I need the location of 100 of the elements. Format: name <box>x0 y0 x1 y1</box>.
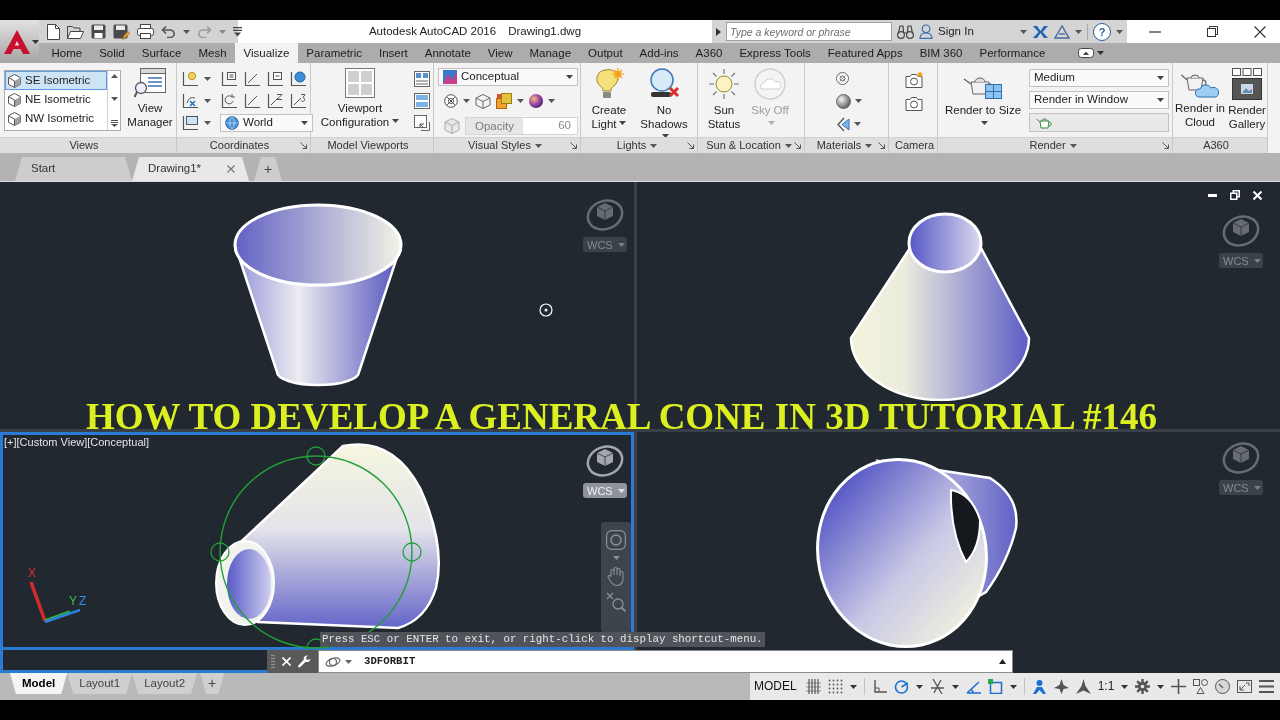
menu-icon[interactable] <box>1259 679 1275 694</box>
save-icon[interactable] <box>91 24 106 39</box>
user-icon[interactable] <box>919 24 933 39</box>
new-file-icon[interactable] <box>47 23 60 40</box>
target-icon[interactable] <box>836 71 849 85</box>
sign-in-button[interactable]: Sign In <box>938 24 974 39</box>
file-tab[interactable]: Drawing1* <box>132 157 249 181</box>
command-line-field[interactable]: 3DFORBIT <box>318 650 1013 673</box>
star-icon[interactable] <box>1053 679 1069 694</box>
axes-icon[interactable] <box>243 70 261 88</box>
caret-icon[interactable] <box>204 121 211 125</box>
layout-tab[interactable]: Model <box>10 673 68 694</box>
ribbon-tab[interactable]: Manage <box>521 43 580 63</box>
caret-icon[interactable] <box>1020 29 1027 34</box>
ribbon-tab[interactable]: Express Tools <box>730 43 820 63</box>
caret-icon[interactable] <box>849 684 857 689</box>
caret-icon[interactable] <box>951 684 959 689</box>
cube-ring-icon[interactable] <box>1222 212 1260 248</box>
ribbon-tab[interactable]: A360 <box>687 43 731 63</box>
crossed-lines-icon[interactable] <box>929 679 945 694</box>
axes-icon[interactable] <box>181 70 199 88</box>
new-layout-button[interactable]: + <box>200 673 225 694</box>
caret-icon[interactable] <box>548 99 555 103</box>
caret-icon[interactable] <box>463 99 470 103</box>
corner-arrow-icon[interactable] <box>570 142 577 149</box>
cube-ring-icon[interactable] <box>586 442 624 478</box>
caret-icon[interactable] <box>1116 29 1123 34</box>
scroll-down-icon[interactable] <box>110 97 118 101</box>
wrench-icon[interactable] <box>298 655 311 668</box>
hand-icon[interactable] <box>607 566 625 586</box>
caret-icon[interactable] <box>204 99 211 103</box>
view-list-item[interactable]: NW Isometric <box>5 109 107 128</box>
axes-icon[interactable] <box>243 92 261 110</box>
corner-arrow-icon[interactable] <box>1162 142 1169 149</box>
grip-icon[interactable] <box>271 654 275 669</box>
gear-icon[interactable] <box>1135 679 1151 694</box>
caret-icon[interactable] <box>517 99 524 103</box>
file-tab[interactable]: Start <box>15 157 132 181</box>
handle-circle-icon[interactable] <box>402 542 422 562</box>
crossed-circle-icon[interactable] <box>444 94 458 108</box>
ribbon-button[interactable]: Viewport Configuration <box>315 68 405 137</box>
ribbon-tab[interactable]: Insert <box>370 43 417 63</box>
render-target-dropdown[interactable]: Render in Window <box>1029 91 1169 109</box>
colored-squares-icon[interactable] <box>496 93 512 109</box>
cross-logo-icon[interactable] <box>1032 24 1049 39</box>
binoculars-icon[interactable] <box>897 24 914 39</box>
scroll-up-icon[interactable] <box>110 74 118 78</box>
ribbon-tab[interactable]: Output <box>579 43 632 63</box>
sphere-icon[interactable] <box>836 93 851 109</box>
caret-icon[interactable] <box>854 122 861 126</box>
ribbon-tab[interactable]: Visualize <box>235 43 298 63</box>
ribbon-button[interactable]: View Manager <box>124 68 176 137</box>
axes-icon[interactable] <box>220 70 238 88</box>
ribbon-tab[interactable]: Performance <box>971 43 1054 63</box>
caret-icon[interactable] <box>204 77 211 81</box>
caret-icon[interactable] <box>1009 684 1017 689</box>
save-as-icon[interactable] <box>113 23 130 40</box>
model-space-button[interactable]: MODEL <box>752 679 799 694</box>
caret-icon[interactable] <box>1157 684 1165 689</box>
ribbon-tab[interactable]: View <box>479 43 521 63</box>
ribbon-tab[interactable]: Solid <box>90 43 134 63</box>
zoom-icon[interactable] <box>606 592 626 612</box>
caret-icon[interactable] <box>1121 684 1129 689</box>
window-panes-icon[interactable] <box>414 71 430 87</box>
printer-icon[interactable] <box>137 24 154 39</box>
right-angle-icon[interactable] <box>871 679 887 694</box>
axes-icon[interactable] <box>220 92 238 110</box>
application-menu-button[interactable] <box>0 20 39 63</box>
menu-caret-icon[interactable] <box>233 26 242 37</box>
axes-icon[interactable] <box>181 92 199 110</box>
ribbon-tab[interactable]: BIM 360 <box>911 43 971 63</box>
ribbon-button[interactable]: Create Light <box>585 68 633 137</box>
view-list-item[interactable]: SE Isometric <box>5 71 107 90</box>
open-folder-icon[interactable] <box>67 24 84 39</box>
ribbon-tab[interactable]: Parametric <box>297 43 371 63</box>
expand-list-icon[interactable] <box>110 120 118 127</box>
gauge-icon[interactable] <box>1215 679 1231 694</box>
annotation-scale-button[interactable]: 1:1 <box>1097 679 1115 694</box>
triangle-bracket-icon[interactable] <box>836 116 850 132</box>
caret-icon[interactable] <box>1075 29 1082 34</box>
person-icon[interactable] <box>1031 679 1047 694</box>
grid-icon[interactable] <box>805 679 821 694</box>
undo-icon[interactable] <box>161 25 176 38</box>
triangle-logo-icon[interactable] <box>1054 24 1070 39</box>
ribbon-tab[interactable]: Add-ins <box>631 43 688 63</box>
sphere-icon[interactable] <box>529 94 543 108</box>
axes-icon[interactable] <box>181 114 199 132</box>
cube-ring-icon[interactable] <box>586 196 624 232</box>
corner-arrow-icon[interactable] <box>300 142 307 149</box>
ucs-dropdown[interactable]: World <box>220 114 313 132</box>
help-button[interactable]: ? <box>1093 22 1111 41</box>
restore-icon[interactable] <box>1230 190 1240 200</box>
axes-icon[interactable] <box>289 70 307 88</box>
dot-grid-icon[interactable] <box>827 679 843 694</box>
layout-tab[interactable]: Layout1 <box>67 673 133 694</box>
corner-arrow-icon[interactable] <box>878 142 885 149</box>
ribbon-button[interactable]: Render in Cloud <box>1175 68 1225 137</box>
viewport-controls-label[interactable]: [+][Custom View][Conceptual] <box>4 436 149 450</box>
corner-arrow-icon[interactable] <box>687 142 694 149</box>
plus-icon[interactable] <box>1171 679 1187 694</box>
